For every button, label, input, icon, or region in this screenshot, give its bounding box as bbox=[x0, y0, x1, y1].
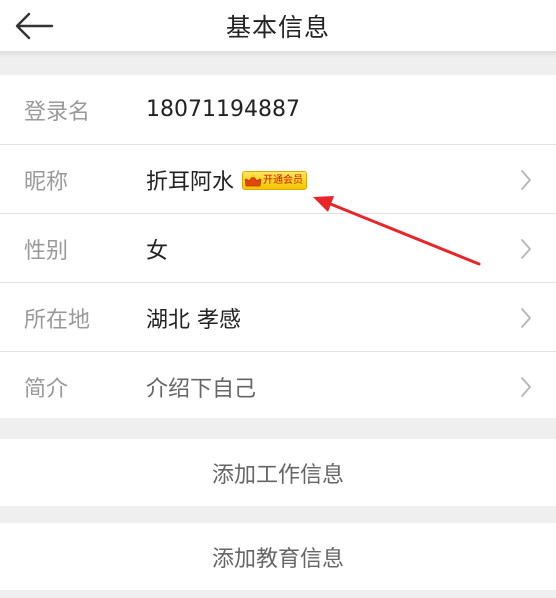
chevron-right-icon bbox=[521, 239, 531, 259]
add-work-info-button[interactable]: 添加工作信息 bbox=[0, 439, 556, 506]
field-label: 性别 bbox=[24, 238, 69, 264]
chevron-right-icon bbox=[521, 377, 531, 397]
top-bar: 基本信息 bbox=[0, 0, 556, 51]
crown-icon bbox=[244, 174, 262, 186]
field-label: 登录名 bbox=[24, 99, 91, 125]
field-label: 所在地 bbox=[24, 307, 91, 333]
field-label: 昵称 bbox=[24, 169, 69, 195]
vip-badge-label: 开通会员 bbox=[263, 175, 304, 186]
field-row-login-name: 登录名 18071194887 bbox=[0, 75, 556, 144]
vip-badge[interactable]: 开通会员 bbox=[242, 171, 308, 190]
chevron-right-icon bbox=[521, 308, 531, 328]
page-title: 基本信息 bbox=[225, 12, 330, 42]
field-label: 简介 bbox=[24, 376, 69, 402]
field-row-nickname[interactable]: 昵称 折耳阿水 开通会员 bbox=[0, 145, 556, 214]
field-row-bio[interactable]: 简介 介绍下自己 bbox=[0, 352, 556, 421]
header-divider bbox=[0, 51, 556, 57]
field-value-wrapper: 折耳阿水 开通会员 bbox=[146, 145, 308, 214]
field-value: 湖北 孝感 bbox=[146, 307, 241, 333]
add-education-info-button[interactable]: 添加教育信息 bbox=[0, 523, 556, 590]
profile-info-card: 登录名 18071194887 昵称 折耳阿水 开通会员 性别 女 所在地 湖北… bbox=[0, 75, 556, 418]
chevron-right-icon bbox=[521, 170, 531, 190]
field-row-location[interactable]: 所在地 湖北 孝感 bbox=[0, 283, 556, 352]
field-value: 折耳阿水 bbox=[146, 169, 235, 195]
field-value: 女 bbox=[146, 238, 169, 264]
field-row-gender[interactable]: 性别 女 bbox=[0, 214, 556, 283]
field-value: 介绍下自己 bbox=[146, 376, 257, 402]
field-value: 18071194887 bbox=[146, 97, 300, 122]
